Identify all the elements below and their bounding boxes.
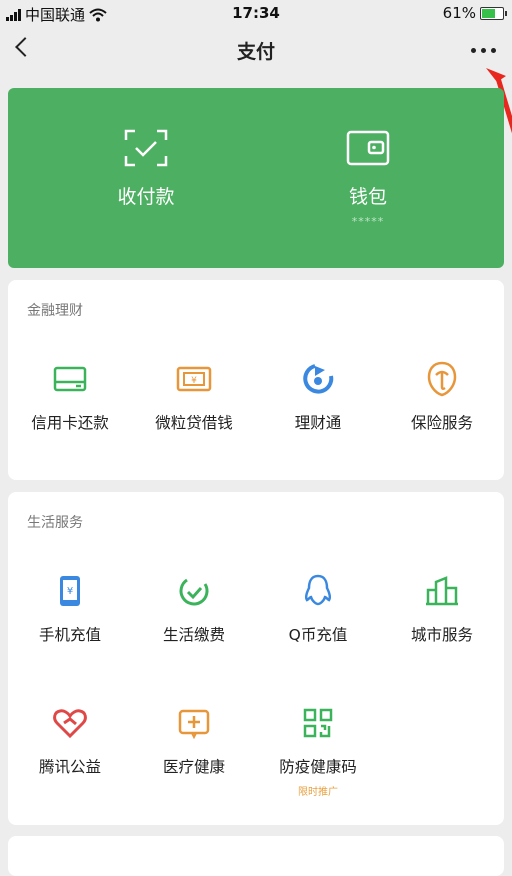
- grid-item-qq-coin[interactable]: Q币充值: [256, 574, 380, 645]
- grid-label: 医疗健康: [162, 758, 225, 776]
- grid-item-insurance[interactable]: 保险服务: [380, 361, 504, 433]
- grid-item-health-code[interactable]: 防疫健康码 限时推广: [256, 706, 380, 798]
- svg-text:¥: ¥: [67, 586, 73, 597]
- grid-item-loan[interactable]: ¥ 微粒贷借钱: [132, 362, 256, 433]
- wallet-label: 钱包: [348, 186, 387, 208]
- insurance-icon: [380, 361, 504, 397]
- life-services-section: 生活服务 ¥ 手机充值 生活缴费 Q币充值 城市服务 腾讯公益 医疗健康 防疫健…: [8, 492, 504, 825]
- grid-label: 防疫健康码: [279, 758, 357, 776]
- grid-item-credit-card[interactable]: 信用卡还款: [8, 362, 132, 433]
- charity-icon: [8, 706, 132, 740]
- finance-section-title: 金融理财: [27, 303, 83, 319]
- life-section-title: 生活服务: [27, 515, 83, 531]
- qq-coin-icon: [256, 574, 380, 608]
- grid-item-charity[interactable]: 腾讯公益: [8, 706, 132, 777]
- phone-topup-icon: ¥: [8, 574, 132, 608]
- grid-label: 生活缴费: [162, 626, 225, 644]
- medical-icon: [132, 706, 256, 740]
- grid-label: 微粒贷借钱: [155, 414, 233, 432]
- receive-payment-label: 收付款: [117, 186, 175, 208]
- status-bar: 中国联通 17:34 61%: [0, 0, 512, 28]
- health-code-icon: [256, 706, 380, 740]
- status-time: 17:34: [232, 4, 280, 22]
- grid-item-medical[interactable]: 医疗健康: [132, 706, 256, 777]
- grid-label: 保险服务: [410, 414, 473, 432]
- wealth-icon: [256, 362, 380, 396]
- promo-badge: 限时推广: [298, 787, 338, 798]
- more-options-icon[interactable]: [471, 48, 496, 53]
- credit-card-icon: [8, 362, 132, 396]
- grid-label: 城市服务: [410, 626, 473, 644]
- wallet-card: 收付款 钱包 *****: [8, 88, 504, 268]
- wallet-balance-hidden: *****: [351, 215, 385, 228]
- receive-payment-button[interactable]: 收付款: [76, 126, 216, 209]
- grid-item-phone-topup[interactable]: ¥ 手机充值: [8, 574, 132, 645]
- wallet-button[interactable]: 钱包 *****: [298, 126, 438, 228]
- grid-item-city-service[interactable]: 城市服务: [380, 574, 504, 645]
- grid-label: Q币充值: [288, 626, 348, 644]
- battery-icon: [480, 6, 507, 20]
- grid-label: 理财通: [294, 414, 342, 432]
- status-right: 61%: [442, 4, 507, 22]
- grid-item-wealth[interactable]: 理财通: [256, 362, 380, 433]
- city-service-icon: [380, 574, 504, 608]
- grid-label: 信用卡还款: [31, 414, 109, 432]
- grid-label: 手机充值: [38, 626, 101, 644]
- finance-section: 金融理财 信用卡还款 ¥ 微粒贷借钱 理财通 保险服务: [8, 280, 504, 480]
- utility-payment-icon: [132, 574, 256, 608]
- grid-item-utility[interactable]: 生活缴费: [132, 574, 256, 645]
- loan-icon: ¥: [132, 362, 256, 396]
- page-title: 支付: [236, 41, 275, 63]
- nav-bar: 支付: [0, 28, 512, 74]
- scan-check-icon: [76, 126, 216, 170]
- next-section-card: [8, 836, 504, 876]
- svg-text:¥: ¥: [191, 376, 197, 386]
- battery-percent: 61%: [442, 4, 476, 22]
- wallet-icon: [298, 126, 438, 170]
- grid-label: 腾讯公益: [38, 758, 101, 776]
